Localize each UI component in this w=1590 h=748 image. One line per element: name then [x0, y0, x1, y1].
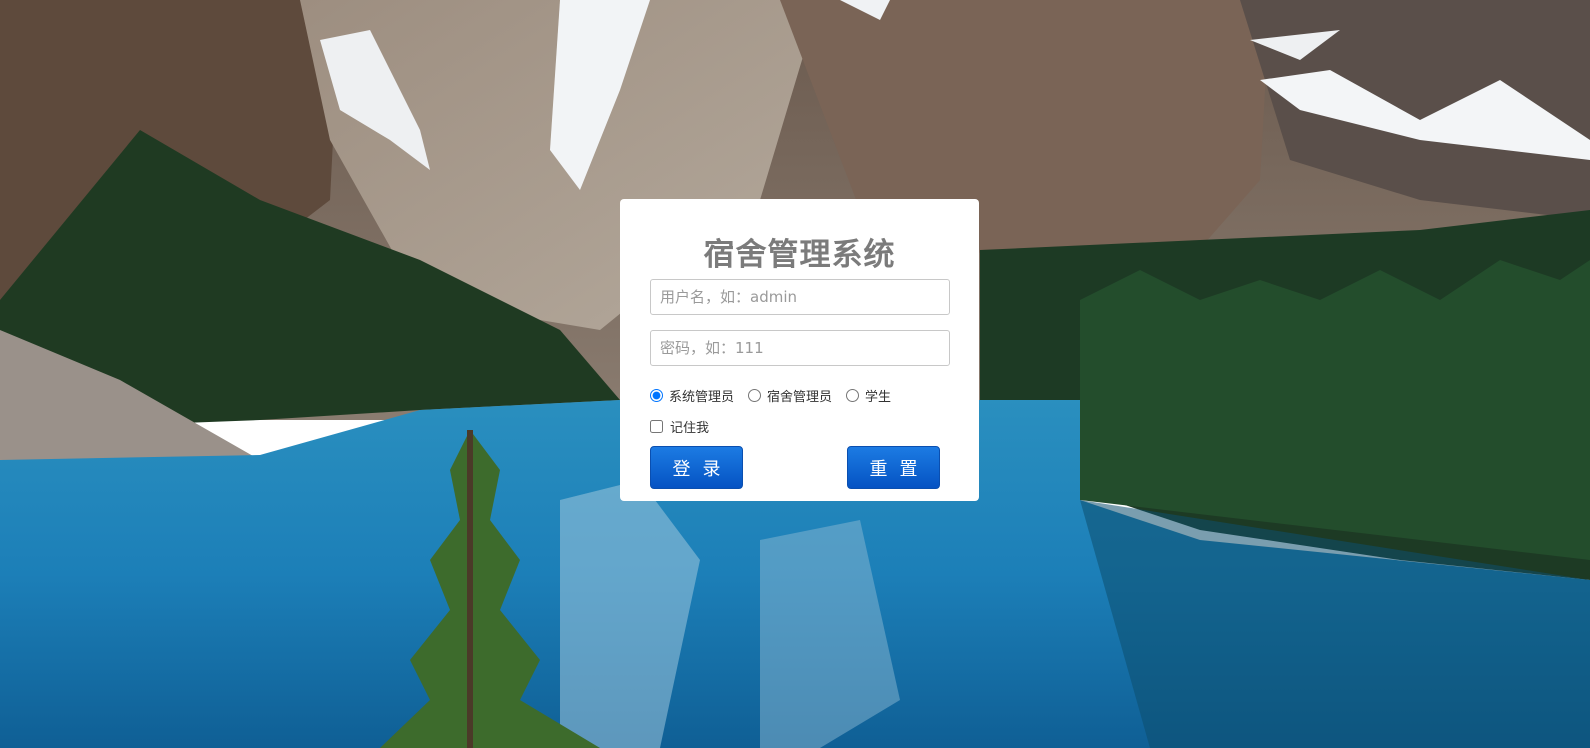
login-card: 宿舍管理系统 系统管理员 宿舍管理员 学生 记住我 登录 重置 — [620, 199, 979, 501]
password-input[interactable] — [650, 330, 950, 366]
role-radio-system-admin[interactable] — [650, 389, 663, 402]
login-button[interactable]: 登录 — [650, 446, 743, 489]
username-input[interactable] — [650, 279, 950, 315]
role-option-student[interactable]: 学生 — [846, 386, 891, 405]
remember-me-checkbox[interactable] — [650, 420, 663, 433]
reset-button[interactable]: 重置 — [847, 446, 940, 489]
remember-me[interactable]: 记住我 — [650, 417, 709, 436]
role-option-dorm-admin[interactable]: 宿舍管理员 — [748, 386, 832, 405]
role-label: 宿舍管理员 — [767, 390, 833, 405]
page-title: 宿舍管理系统 — [703, 237, 896, 273]
role-label: 学生 — [865, 390, 892, 405]
remember-me-label: 记住我 — [670, 421, 710, 436]
role-radio-group: 系统管理员 宿舍管理员 学生 — [650, 386, 905, 405]
role-label: 系统管理员 — [669, 390, 735, 405]
role-option-system-admin[interactable]: 系统管理员 — [650, 386, 734, 405]
role-radio-dorm-admin[interactable] — [748, 389, 762, 402]
role-radio-student[interactable] — [846, 389, 860, 402]
